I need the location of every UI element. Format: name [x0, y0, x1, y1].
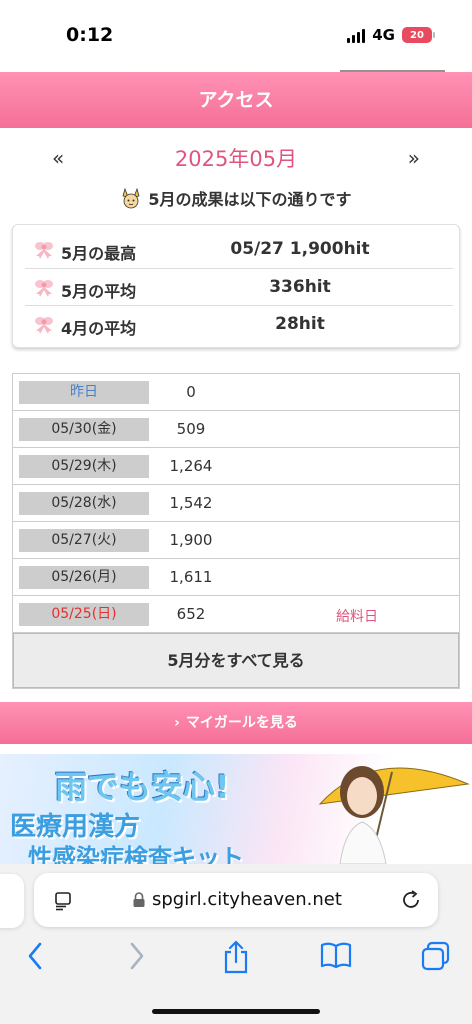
banner-subline: 性感染症検査キット — [28, 844, 244, 864]
table-row: 05/29(木) 1,264 — [13, 448, 459, 485]
battery-icon: 20 — [402, 27, 435, 43]
cellular-signal-icon — [347, 28, 366, 43]
back-icon[interactable] — [24, 940, 48, 972]
umbrella-woman-illustration — [318, 766, 470, 864]
date-cell: 昨日 — [19, 381, 149, 404]
stats-card: 5月の最高 05/27 1,900hit 5月の平均 336hit 4月の平均 … — [12, 224, 460, 348]
count-cell: 1,264 — [169, 457, 213, 475]
share-icon[interactable] — [222, 940, 250, 974]
stat-value: 05/27 1,900hit — [230, 239, 370, 259]
summary-text: 5月の成果は以下の通りです — [148, 190, 352, 209]
url-text: spgirl.cityheaven.net — [152, 889, 342, 910]
banner-headline: 雨でも安心! — [55, 768, 230, 806]
previous-tab-edge[interactable] — [0, 874, 24, 928]
daily-access-table: 昨日 0 05/30(金) 509 05/29(木) 1,264 05/28(水… — [12, 373, 460, 689]
mascot-icon — [122, 188, 140, 209]
count-cell: 509 — [176, 420, 206, 438]
reload-icon[interactable] — [400, 889, 422, 911]
lock-icon — [133, 892, 145, 907]
address-bar[interactable]: spgirl.cityheaven.net — [34, 873, 438, 927]
count-cell: 652 — [176, 605, 206, 623]
stat-label: 4月の平均 — [61, 319, 137, 338]
browser-toolbar: spgirl.cityheaven.net — [0, 864, 472, 1024]
status-icons: 4G 20 — [347, 26, 435, 44]
table-row: 05/25(日) 652 給料日 — [13, 596, 459, 633]
date-cell: 05/30(金) — [19, 418, 149, 441]
date-cell: 05/27(火) — [19, 529, 149, 552]
date-cell: 05/25(日) — [19, 603, 149, 626]
ribbon-icon — [35, 280, 53, 297]
month-title: 2025年05月 — [174, 147, 298, 171]
summary-line: 5月の成果は以下の通りです — [0, 186, 472, 210]
home-indicator — [152, 1009, 320, 1014]
table-row: 05/26(月) 1,611 — [13, 559, 459, 596]
ribbon-icon — [35, 317, 53, 334]
count-cell: 1,900 — [169, 531, 213, 549]
date-cell: 05/28(水) — [19, 492, 149, 515]
ribbon-icon — [35, 242, 53, 259]
stat-row-avg-may: 5月の平均 336hit — [25, 268, 453, 305]
stat-label: 5月の平均 — [61, 282, 137, 301]
next-month-link[interactable]: » — [408, 146, 420, 170]
stat-row-max: 5月の最高 05/27 1,900hit — [25, 231, 453, 268]
count-cell: 0 — [186, 383, 196, 401]
stat-value: 28hit — [275, 314, 325, 334]
table-row: 05/27(火) 1,900 — [13, 522, 459, 559]
date-cell: 05/29(木) — [19, 455, 149, 478]
stat-label: 5月の最高 — [61, 244, 137, 263]
network-type: 4G — [372, 26, 395, 44]
chevron-right-icon: › — [174, 715, 180, 731]
forward-icon[interactable] — [124, 940, 148, 972]
stat-row-avg-april: 4月の平均 28hit — [25, 305, 453, 342]
page-title: アクセス — [0, 72, 472, 128]
bottom-toolbar — [0, 940, 472, 980]
tabs-icon[interactable] — [420, 940, 452, 972]
count-cell: 1,542 — [169, 494, 213, 512]
table-row: 05/30(金) 509 — [13, 411, 459, 448]
table-row: 昨日 0 — [13, 374, 459, 411]
stat-value: 336hit — [269, 277, 331, 297]
bookmarks-icon[interactable] — [320, 940, 352, 970]
view-mygirl-label: マイガールを見る — [185, 715, 298, 731]
battery-level: 20 — [410, 29, 424, 41]
count-cell: 1,611 — [169, 568, 213, 586]
view-mygirl-link[interactable]: › マイガールを見る — [0, 702, 472, 744]
status-time: 0:12 — [66, 24, 114, 46]
date-cell: 05/26(月) — [19, 566, 149, 589]
table-row: 05/28(水) 1,542 — [13, 485, 459, 522]
page-menu-icon[interactable] — [54, 891, 74, 911]
status-bar: 0:12 4G 20 — [0, 0, 472, 70]
month-navigation: « 2025年05月 » — [0, 140, 472, 176]
payday-note: 給料日 — [336, 609, 378, 625]
ad-banner[interactable]: 雨でも安心! 医療用漢方 性感染症検査キット — [0, 754, 472, 864]
view-all-month-button[interactable]: 5月分をすべて見る — [13, 633, 459, 688]
